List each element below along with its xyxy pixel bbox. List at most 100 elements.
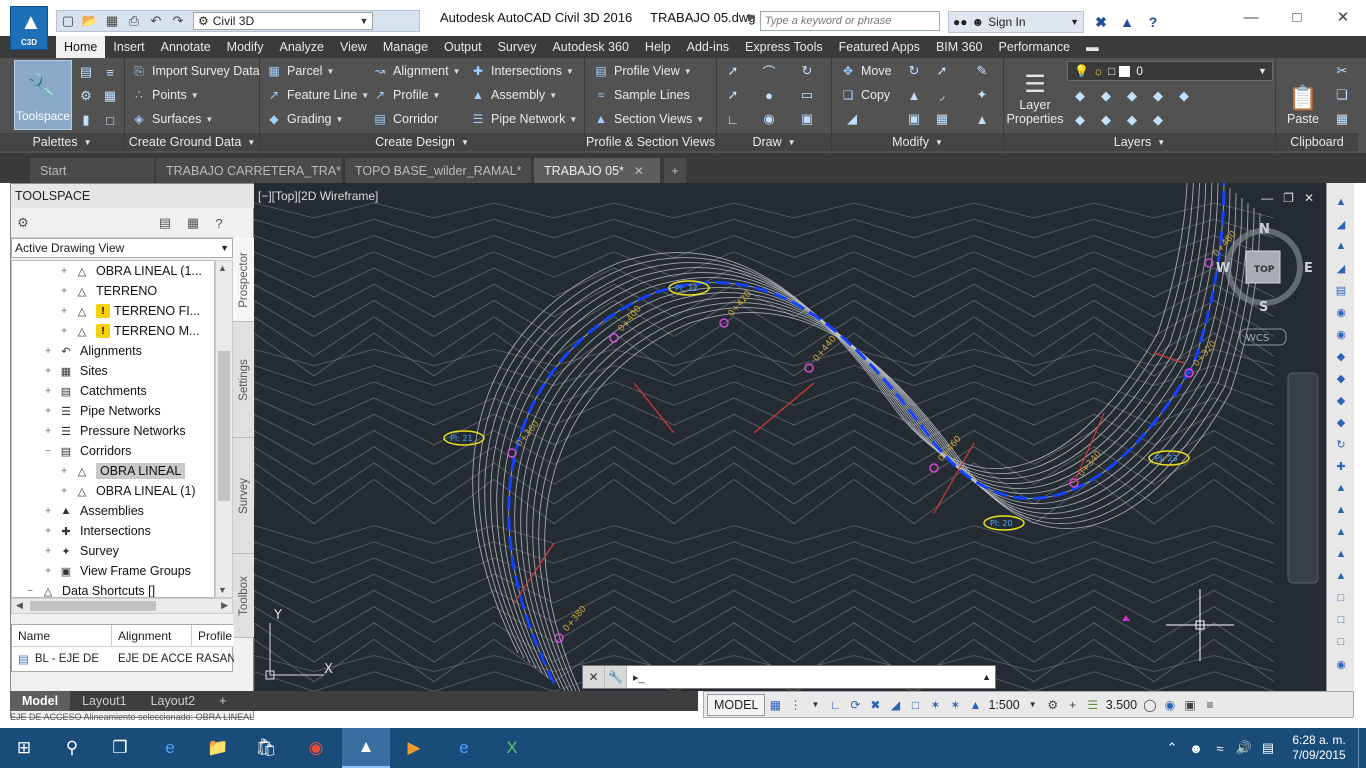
sample-lines-button[interactable]: ≈ Sample Lines <box>593 84 690 106</box>
trim-icon[interactable]: ➚ <box>932 61 952 81</box>
hscroll-thumb[interactable] <box>30 601 156 611</box>
ribbon-tab-add-ins[interactable]: Add-ins <box>679 36 737 58</box>
drawing-viewport[interactable]: 0+380 0+360 0+400 0+420 0+440 0+460 0+340 0+320… <box>254 183 1326 691</box>
draw-panel-title[interactable]: Draw ▼ <box>717 133 831 151</box>
list-view-icon[interactable]: ▦ <box>183 213 203 233</box>
clock[interactable]: 6:28 a. m. 7/09/2015 <box>1280 733 1358 763</box>
feature-line-button[interactable]: ↗ Feature Line ▼ <box>266 84 369 106</box>
edit-tool-21-icon[interactable]: □ <box>1332 633 1350 651</box>
layer-stack-icon[interactable]: ☰ <box>1083 695 1103 715</box>
annotation-visibility-icon[interactable]: ✶ <box>925 695 945 715</box>
pipe-network-button[interactable]: ☰ Pipe Network ▼ <box>470 108 578 130</box>
customize-icon[interactable]: ≡ <box>1200 695 1220 715</box>
grid-row-name[interactable]: ▤ BL - EJE DE <box>12 649 112 669</box>
osnap-icon[interactable]: ✖ <box>865 695 885 715</box>
tree-vertical-scrollbar[interactable]: ▲ ▼ <box>215 260 233 598</box>
a360-icon[interactable]: ▲ <box>1116 12 1138 32</box>
chrome-icon[interactable]: ◉ <box>292 728 340 768</box>
snap-icon[interactable]: ⋮ <box>785 695 805 715</box>
toolbox-icon[interactable]: ▦ <box>100 86 120 106</box>
clipboard-panel-title[interactable]: Clipboard <box>1276 133 1358 151</box>
close-button[interactable]: ✕ <box>1320 0 1366 34</box>
auto-scale-icon[interactable]: ✶ <box>945 695 965 715</box>
region-icon[interactable]: ▣ <box>797 109 817 129</box>
sheet-set-icon[interactable]: ▮ <box>76 110 96 130</box>
workspace-gear-icon[interactable]: ⚙ <box>1043 695 1063 715</box>
search-input[interactable]: Type a keyword or phrase <box>760 11 940 31</box>
edit-tool-13-icon[interactable]: ✚ <box>1332 457 1350 475</box>
corridor-button[interactable]: ▤ Corridor <box>372 108 438 130</box>
wrench-icon[interactable]: 🔧 <box>605 666 627 688</box>
close-tab-icon[interactable]: ✕ <box>634 164 644 178</box>
side-tab-toolbox[interactable]: Toolbox <box>233 554 255 638</box>
ribbon-tab-performance[interactable]: Performance <box>991 36 1079 58</box>
layout-tab-2[interactable]: Layout2 <box>139 691 207 711</box>
offset-icon[interactable]: ▲ <box>972 109 992 129</box>
tree-node[interactable]: − ▤ Corridors <box>42 441 131 461</box>
intersections-button[interactable]: ✚ Intersections ▼ <box>470 60 574 82</box>
expand-icon[interactable]: + <box>58 465 70 477</box>
side-tab-settings[interactable]: Settings <box>233 322 255 438</box>
lineweight-value[interactable]: 3.500 <box>1103 698 1140 712</box>
add-layout-button[interactable]: + <box>207 691 238 711</box>
tree-node[interactable]: + ☰ Pressure Networks <box>42 421 186 441</box>
save-icon[interactable]: ▦ <box>101 11 123 31</box>
layer-tool-2-icon[interactable]: ◆ <box>1096 86 1116 106</box>
file-explorer-icon[interactable]: 📁 <box>194 728 242 768</box>
layer-tool-5-icon[interactable]: ◆ <box>1174 86 1194 106</box>
expand-icon[interactable]: + <box>58 305 70 317</box>
toolspace-button[interactable]: 🔧 Toolspace <box>14 60 72 130</box>
ribbon-tab-output[interactable]: Output <box>436 36 490 58</box>
doc-tab-start[interactable]: Start <box>30 158 154 183</box>
rotate-icon[interactable]: ↻ <box>904 61 924 81</box>
edit-tool-7-icon[interactable]: ◉ <box>1332 325 1350 343</box>
layer-tool-4-icon[interactable]: ◆ <box>1148 86 1168 106</box>
chevron-up-icon[interactable]: ▲ <box>982 672 991 682</box>
stretch-icon[interactable]: ◢ <box>842 109 862 129</box>
chevron-up-icon[interactable]: ⌃ <box>1160 740 1184 756</box>
tree-node[interactable]: + ▲ Assemblies <box>42 501 144 521</box>
tree-icon[interactable]: ▤ <box>155 213 175 233</box>
edit-tool-10-icon[interactable]: ◆ <box>1332 391 1350 409</box>
properties-icon[interactable]: ▤ <box>76 62 96 82</box>
grid-header-alignment[interactable]: Alignment <box>112 625 192 647</box>
ribbon-tab-annotate[interactable]: Annotate <box>153 36 219 58</box>
expand-icon[interactable]: + <box>42 425 54 437</box>
tree-node[interactable]: + ▣ View Frame Groups <box>42 561 191 581</box>
tree-node[interactable]: + ↶ Alignments <box>42 341 142 361</box>
edit-tool-17-icon[interactable]: ▲ <box>1332 545 1350 563</box>
edit-tool-8-icon[interactable]: ◆ <box>1332 347 1350 365</box>
edit-tool-6-icon[interactable]: ◉ <box>1332 303 1350 321</box>
grading-button[interactable]: ◆ Grading ▼ <box>266 108 343 130</box>
paste-button[interactable]: 📋 Paste <box>1276 60 1330 130</box>
edit-tool-4-icon[interactable]: ◢ <box>1332 259 1350 277</box>
media-player-icon[interactable]: ▶ <box>390 728 438 768</box>
tree-node[interactable]: + △! TERRENO M... <box>58 321 199 341</box>
annotation-scale-value[interactable]: 1:500 <box>985 698 1022 712</box>
ribbon-tab-modify[interactable]: Modify <box>219 36 272 58</box>
layout-tab-1[interactable]: Layout1 <box>70 691 138 711</box>
collapse-icon[interactable]: − <box>24 585 36 597</box>
expand-icon[interactable]: + <box>42 365 54 377</box>
edit-tool-18-icon[interactable]: ▲ <box>1332 567 1350 585</box>
signin-button[interactable]: ●● ☻ Sign In ▼ <box>948 11 1084 33</box>
doc-tab-3[interactable]: TRABAJO 05* ✕ <box>534 158 660 183</box>
minimize-button[interactable]: — <box>1228 0 1274 34</box>
otrack-icon[interactable]: ◢ <box>885 695 905 715</box>
construction-line-icon[interactable]: ➚ <box>723 85 743 105</box>
help-icon[interactable]: ? <box>1142 12 1164 32</box>
profile-button[interactable]: ↗ Profile ▼ <box>372 84 440 106</box>
wifi-icon[interactable]: ≈ <box>1208 741 1232 756</box>
undo-icon[interactable]: ↶ <box>145 11 167 31</box>
layer-tool-6-icon[interactable]: ◆ <box>1070 110 1090 130</box>
ribbon-minimize-icon[interactable]: ▬ <box>1078 36 1107 58</box>
search-expand-icon[interactable]: ▶ <box>748 12 756 23</box>
layer-tool-7-icon[interactable]: ◆ <box>1096 110 1116 130</box>
import-survey-button[interactable]: ⎘ Import Survey Data <box>131 60 260 82</box>
annotation-scale-icon[interactable]: ▲ <box>965 695 985 715</box>
spline-icon[interactable]: ∟ <box>723 109 743 129</box>
hardware-accel-icon[interactable]: ◉ <box>1160 695 1180 715</box>
ribbon-tab-help[interactable]: Help <box>637 36 679 58</box>
tree-node[interactable]: + △ OBRA LINEAL (1) <box>58 481 196 501</box>
layout-tab-model[interactable]: Model <box>10 691 71 711</box>
